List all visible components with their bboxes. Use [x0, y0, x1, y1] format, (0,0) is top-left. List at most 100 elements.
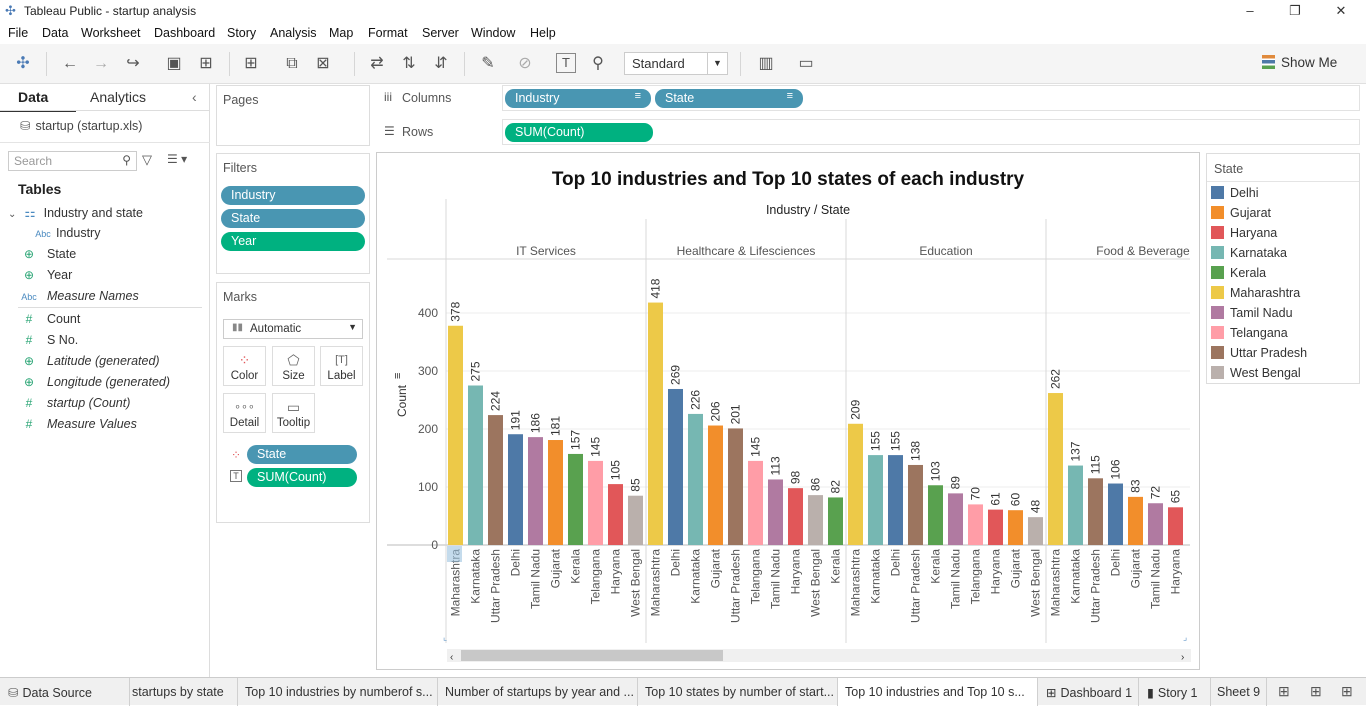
rows-shelf[interactable]: SUM(Count) — [502, 119, 1360, 145]
tableau-home-icon[interactable]: ✣ — [12, 53, 34, 75]
legend-item[interactable]: Kerala — [1211, 266, 1266, 280]
fit-dropdown[interactable]: Standard ▼ — [624, 52, 728, 75]
menu-data[interactable]: Data — [42, 26, 68, 40]
new-worksheet-icon[interactable]: ⊞ — [240, 53, 262, 75]
new-story-icon[interactable]: ⊞ — [1341, 683, 1353, 700]
menu-window[interactable]: Window — [471, 26, 515, 40]
legend-item[interactable]: Haryana — [1211, 226, 1277, 240]
pages-card[interactable]: Pages — [216, 85, 370, 146]
show-mark-labels-icon[interactable]: T — [556, 53, 576, 73]
replay-icon[interactable]: ↪ — [122, 53, 144, 75]
collapse-pane-icon[interactable]: ‹ — [192, 89, 197, 105]
group-members-icon[interactable]: ⊘ — [514, 53, 536, 75]
legend-item[interactable]: Gujarat — [1211, 206, 1271, 220]
bar[interactable] — [488, 415, 503, 545]
bar[interactable] — [688, 413, 703, 545]
clear-sheet-icon[interactable]: ⊠ — [312, 53, 334, 75]
label-button[interactable]: [T] Label — [320, 346, 363, 386]
undo-icon[interactable]: ← — [59, 53, 81, 75]
bar[interactable] — [1148, 503, 1163, 545]
tab-dashboard-1[interactable]: ⊞ Dashboard 1 — [1038, 678, 1139, 706]
bar[interactable] — [528, 437, 543, 545]
field-count[interactable]: # Count — [20, 312, 81, 326]
bar[interactable] — [1128, 496, 1143, 545]
tab-story-1[interactable]: ▮ Story 1 — [1139, 678, 1211, 706]
tab-analytics[interactable]: Analytics — [90, 89, 146, 105]
legend-item[interactable]: Tamil Nadu — [1211, 306, 1293, 320]
bar[interactable] — [868, 455, 883, 545]
close-button[interactable]: ✕ — [1321, 2, 1361, 20]
bar[interactable] — [928, 485, 943, 545]
menu-dashboard[interactable]: Dashboard — [154, 26, 215, 40]
menu-worksheet[interactable]: Worksheet — [81, 26, 141, 40]
size-button[interactable]: ⬠ Size — [272, 346, 315, 386]
tab-top10-industries-and-states[interactable]: Top 10 industries and Top 10 s... — [838, 678, 1038, 706]
bar[interactable] — [788, 488, 803, 545]
marks-pill-sum-count[interactable]: SUM(Count) — [247, 468, 357, 487]
tab-top10-states[interactable]: Top 10 states by number of start... — [638, 678, 838, 706]
bar[interactable] — [848, 423, 863, 545]
bar-chart[interactable]: Top 10 industries and Top 10 states of e… — [377, 153, 1199, 669]
bar[interactable] — [1068, 465, 1083, 545]
menu-format[interactable]: Format — [368, 26, 408, 40]
bar[interactable] — [968, 504, 983, 545]
legend-item[interactable]: Maharashtra — [1211, 286, 1300, 300]
bar[interactable] — [1008, 510, 1023, 545]
menu-server[interactable]: Server — [422, 26, 459, 40]
bar[interactable] — [668, 388, 683, 545]
field-measure-names[interactable]: Abc Measure Names — [20, 289, 138, 303]
bar[interactable] — [548, 440, 563, 545]
new-datasource-icon[interactable]: ⊞ — [195, 53, 217, 75]
bar[interactable] — [808, 495, 823, 545]
bar[interactable] — [728, 428, 743, 545]
legend-item[interactable]: Karnataka — [1211, 246, 1287, 260]
bar[interactable] — [948, 493, 963, 545]
tab-sheet-9[interactable]: Sheet 9 — [1211, 678, 1267, 706]
bar[interactable] — [1028, 517, 1043, 545]
bar[interactable] — [1108, 483, 1123, 545]
legend-item[interactable]: West Bengal — [1211, 366, 1301, 380]
view-options-icon[interactable]: ☰ ▾ — [167, 152, 187, 166]
bar[interactable] — [588, 460, 603, 545]
bar[interactable] — [748, 460, 763, 545]
bar[interactable] — [648, 302, 663, 545]
show-cards-icon[interactable]: ▥ — [755, 53, 777, 75]
field-startup-count[interactable]: # startup (Count) — [20, 396, 131, 410]
restore-button[interactable]: ❐ — [1275, 2, 1315, 20]
field-industry[interactable]: Abc Industry — [34, 226, 100, 240]
field-latitude[interactable]: ⊕ Latitude (generated) — [20, 354, 160, 368]
bar[interactable] — [1048, 393, 1063, 545]
filters-card[interactable]: Filters Industry State Year — [216, 153, 370, 274]
datasource-item[interactable]: ⛁ startup (startup.xls) — [20, 118, 142, 133]
filter-pill-state[interactable]: State — [221, 209, 365, 228]
menu-file[interactable]: File — [8, 26, 28, 40]
redo-icon[interactable]: → — [90, 53, 112, 75]
bar[interactable] — [468, 385, 483, 546]
highlight-icon[interactable]: ✎ — [477, 53, 499, 75]
viz-canvas[interactable]: Top 10 industries and Top 10 states of e… — [376, 152, 1200, 670]
tab-data-source[interactable]: ⛁ Data Source — [0, 678, 130, 706]
bar[interactable] — [908, 464, 923, 545]
color-button[interactable]: ⁘ Color — [223, 346, 266, 386]
bar[interactable] — [768, 479, 783, 545]
bar[interactable] — [1088, 478, 1103, 545]
menu-story[interactable]: Story — [227, 26, 256, 40]
bar[interactable] — [628, 495, 643, 545]
menu-map[interactable]: Map — [329, 26, 353, 40]
bar[interactable] — [988, 509, 1003, 545]
bar[interactable] — [608, 484, 623, 545]
save-icon[interactable]: ▣ — [163, 53, 185, 75]
field-s-no[interactable]: # S No. — [20, 333, 79, 347]
filter-pill-industry[interactable]: Industry — [221, 186, 365, 205]
field-state[interactable]: ⊕ State — [20, 247, 76, 261]
tab-startups-by-state[interactable]: startups by state — [130, 678, 238, 706]
filter-pill-year[interactable]: Year — [221, 232, 365, 251]
bar[interactable] — [1168, 507, 1183, 545]
field-longitude[interactable]: ⊕ Longitude (generated) — [20, 375, 170, 389]
duplicate-sheet-icon[interactable]: ⧉ — [281, 53, 303, 75]
legend-item[interactable]: Telangana — [1211, 326, 1288, 340]
tab-startups-by-year[interactable]: Number of startups by year and ... — [438, 678, 638, 706]
swap-rows-columns-icon[interactable]: ⇄ — [366, 53, 388, 75]
columns-pill-state[interactable]: State ≡ — [655, 89, 803, 108]
bar[interactable] — [708, 425, 723, 545]
